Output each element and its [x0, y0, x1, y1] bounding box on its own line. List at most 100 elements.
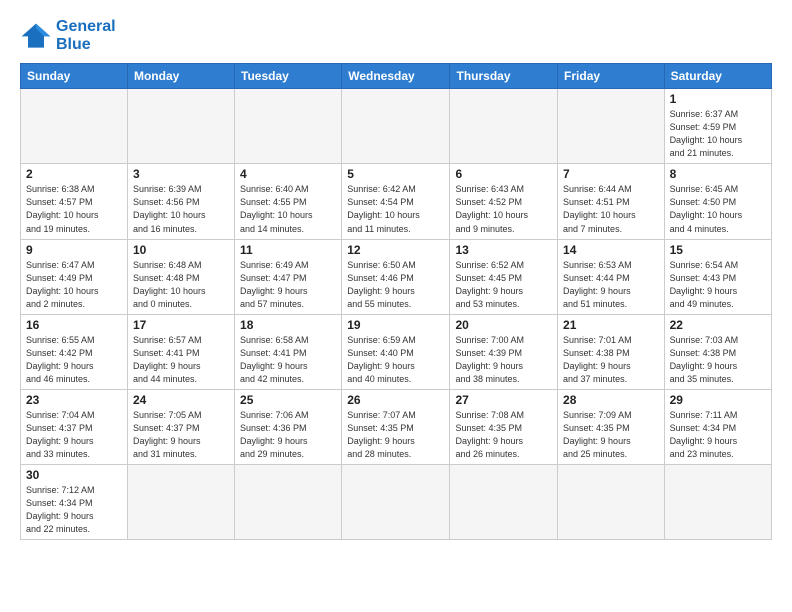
calendar-cell [450, 465, 558, 540]
day-number: 16 [26, 318, 122, 332]
calendar-cell [235, 465, 342, 540]
calendar-cell: 19Sunrise: 6:59 AM Sunset: 4:40 PM Dayli… [342, 314, 450, 389]
calendar-week-4: 16 Sunrise: 6:55 AM Sunset: 4:42 PM Dayli… [21, 314, 772, 389]
calendar-cell: 29Sunrise: 7:11 AM Sunset: 4:34 PM Dayli… [664, 389, 771, 464]
calendar-cell [450, 89, 558, 164]
day-number: 18 [240, 318, 336, 332]
calendar-cell: 17 Sunrise: 6:57 AM Sunset: 4:41 PM Dayli… [127, 314, 234, 389]
day-info: Sunrise: 6:48 AM Sunset: 4:48 PM Dayligh… [133, 259, 229, 311]
day-number: 26 [347, 393, 444, 407]
calendar-cell: 6Sunrise: 6:43 AM Sunset: 4:52 PM Daylig… [450, 164, 558, 239]
day-number: 14 [563, 243, 659, 257]
day-info: Sunrise: 6:40 AM Sunset: 4:55 PM Dayligh… [240, 183, 336, 235]
day-info: Sunrise: 7:00 AM Sunset: 4:39 PM Dayligh… [455, 334, 552, 386]
weekday-monday: Monday [127, 64, 234, 89]
day-number: 22 [670, 318, 766, 332]
calendar-cell: 20 Sunrise: 7:00 AM Sunset: 4:39 PM Dayli… [450, 314, 558, 389]
day-info: Sunrise: 6:52 AM Sunset: 4:45 PM Dayligh… [455, 259, 552, 311]
calendar-week-5: 23 Sunrise: 7:04 AM Sunset: 4:37 PM Dayli… [21, 389, 772, 464]
day-number: 15 [670, 243, 766, 257]
day-number: 13 [455, 243, 552, 257]
weekday-thursday: Thursday [450, 64, 558, 89]
day-number: 9 [26, 243, 122, 257]
calendar-cell [342, 465, 450, 540]
day-info: Sunrise: 6:55 AM Sunset: 4:42 PM Dayligh… [26, 334, 122, 386]
calendar: SundayMondayTuesdayWednesdayThursdayFrid… [20, 63, 772, 540]
day-info: Sunrise: 7:04 AM Sunset: 4:37 PM Dayligh… [26, 409, 122, 461]
logo: General Blue [20, 18, 116, 53]
calendar-cell: 18 Sunrise: 6:58 AM Sunset: 4:41 PM Dayli… [235, 314, 342, 389]
calendar-cell: 13 Sunrise: 6:52 AM Sunset: 4:45 PM Dayli… [450, 239, 558, 314]
day-number: 7 [563, 167, 659, 181]
calendar-cell: 14 Sunrise: 6:53 AM Sunset: 4:44 PM Dayli… [558, 239, 665, 314]
calendar-cell: 16 Sunrise: 6:55 AM Sunset: 4:42 PM Dayli… [21, 314, 128, 389]
weekday-wednesday: Wednesday [342, 64, 450, 89]
day-info: Sunrise: 7:06 AM Sunset: 4:36 PM Dayligh… [240, 409, 336, 461]
calendar-cell: 2Sunrise: 6:38 AM Sunset: 4:57 PM Daylig… [21, 164, 128, 239]
day-info: Sunrise: 7:01 AM Sunset: 4:38 PM Dayligh… [563, 334, 659, 386]
calendar-cell: 27 Sunrise: 7:08 AM Sunset: 4:35 PM Dayli… [450, 389, 558, 464]
day-number: 23 [26, 393, 122, 407]
day-number: 5 [347, 167, 444, 181]
weekday-tuesday: Tuesday [235, 64, 342, 89]
calendar-cell: 24 Sunrise: 7:05 AM Sunset: 4:37 PM Dayli… [127, 389, 234, 464]
day-number: 17 [133, 318, 229, 332]
day-number: 21 [563, 318, 659, 332]
calendar-week-1: 1 Sunrise: 6:37 AM Sunset: 4:59 PM Daylig… [21, 89, 772, 164]
day-number: 24 [133, 393, 229, 407]
calendar-cell: 12Sunrise: 6:50 AM Sunset: 4:46 PM Dayli… [342, 239, 450, 314]
day-number: 30 [26, 468, 122, 482]
day-info: Sunrise: 6:58 AM Sunset: 4:41 PM Dayligh… [240, 334, 336, 386]
calendar-cell [127, 89, 234, 164]
calendar-cell [664, 465, 771, 540]
day-info: Sunrise: 6:37 AM Sunset: 4:59 PM Dayligh… [670, 108, 766, 160]
calendar-cell: 4Sunrise: 6:40 AM Sunset: 4:55 PM Daylig… [235, 164, 342, 239]
calendar-cell: 9Sunrise: 6:47 AM Sunset: 4:49 PM Daylig… [21, 239, 128, 314]
day-number: 11 [240, 243, 336, 257]
calendar-cell [21, 89, 128, 164]
calendar-cell: 7 Sunrise: 6:44 AM Sunset: 4:51 PM Daylig… [558, 164, 665, 239]
day-info: Sunrise: 6:44 AM Sunset: 4:51 PM Dayligh… [563, 183, 659, 235]
calendar-cell: 1 Sunrise: 6:37 AM Sunset: 4:59 PM Daylig… [664, 89, 771, 164]
calendar-week-2: 2Sunrise: 6:38 AM Sunset: 4:57 PM Daylig… [21, 164, 772, 239]
day-info: Sunrise: 7:08 AM Sunset: 4:35 PM Dayligh… [455, 409, 552, 461]
calendar-cell: 11Sunrise: 6:49 AM Sunset: 4:47 PM Dayli… [235, 239, 342, 314]
calendar-cell: 28 Sunrise: 7:09 AM Sunset: 4:35 PM Dayli… [558, 389, 665, 464]
page: General Blue SundayMondayTuesdayWednesda… [0, 0, 792, 612]
day-number: 25 [240, 393, 336, 407]
calendar-cell: 5 Sunrise: 6:42 AM Sunset: 4:54 PM Daylig… [342, 164, 450, 239]
day-info: Sunrise: 6:43 AM Sunset: 4:52 PM Dayligh… [455, 183, 552, 235]
calendar-cell: 8Sunrise: 6:45 AM Sunset: 4:50 PM Daylig… [664, 164, 771, 239]
calendar-cell: 22 Sunrise: 7:03 AM Sunset: 4:38 PM Dayli… [664, 314, 771, 389]
day-info: Sunrise: 7:05 AM Sunset: 4:37 PM Dayligh… [133, 409, 229, 461]
day-info: Sunrise: 6:57 AM Sunset: 4:41 PM Dayligh… [133, 334, 229, 386]
day-number: 20 [455, 318, 552, 332]
day-info: Sunrise: 6:39 AM Sunset: 4:56 PM Dayligh… [133, 183, 229, 235]
day-info: Sunrise: 6:59 AM Sunset: 4:40 PM Dayligh… [347, 334, 444, 386]
calendar-cell: 15 Sunrise: 6:54 AM Sunset: 4:43 PM Dayli… [664, 239, 771, 314]
day-number: 10 [133, 243, 229, 257]
day-info: Sunrise: 6:53 AM Sunset: 4:44 PM Dayligh… [563, 259, 659, 311]
calendar-cell [558, 465, 665, 540]
calendar-cell: 3Sunrise: 6:39 AM Sunset: 4:56 PM Daylig… [127, 164, 234, 239]
day-info: Sunrise: 6:50 AM Sunset: 4:46 PM Dayligh… [347, 259, 444, 311]
calendar-cell [235, 89, 342, 164]
calendar-cell: 23 Sunrise: 7:04 AM Sunset: 4:37 PM Dayli… [21, 389, 128, 464]
day-info: Sunrise: 6:42 AM Sunset: 4:54 PM Dayligh… [347, 183, 444, 235]
weekday-friday: Friday [558, 64, 665, 89]
day-number: 28 [563, 393, 659, 407]
day-number: 8 [670, 167, 766, 181]
weekday-saturday: Saturday [664, 64, 771, 89]
calendar-cell: 10 Sunrise: 6:48 AM Sunset: 4:48 PM Dayli… [127, 239, 234, 314]
day-number: 27 [455, 393, 552, 407]
day-info: Sunrise: 7:09 AM Sunset: 4:35 PM Dayligh… [563, 409, 659, 461]
day-info: Sunrise: 7:11 AM Sunset: 4:34 PM Dayligh… [670, 409, 766, 461]
calendar-cell: 26Sunrise: 7:07 AM Sunset: 4:35 PM Dayli… [342, 389, 450, 464]
day-number: 2 [26, 167, 122, 181]
day-number: 1 [670, 92, 766, 106]
header: General Blue [20, 18, 772, 53]
day-info: Sunrise: 7:03 AM Sunset: 4:38 PM Dayligh… [670, 334, 766, 386]
day-info: Sunrise: 7:12 AM Sunset: 4:34 PM Dayligh… [26, 484, 122, 536]
day-info: Sunrise: 6:54 AM Sunset: 4:43 PM Dayligh… [670, 259, 766, 311]
logo-icon [20, 22, 52, 50]
